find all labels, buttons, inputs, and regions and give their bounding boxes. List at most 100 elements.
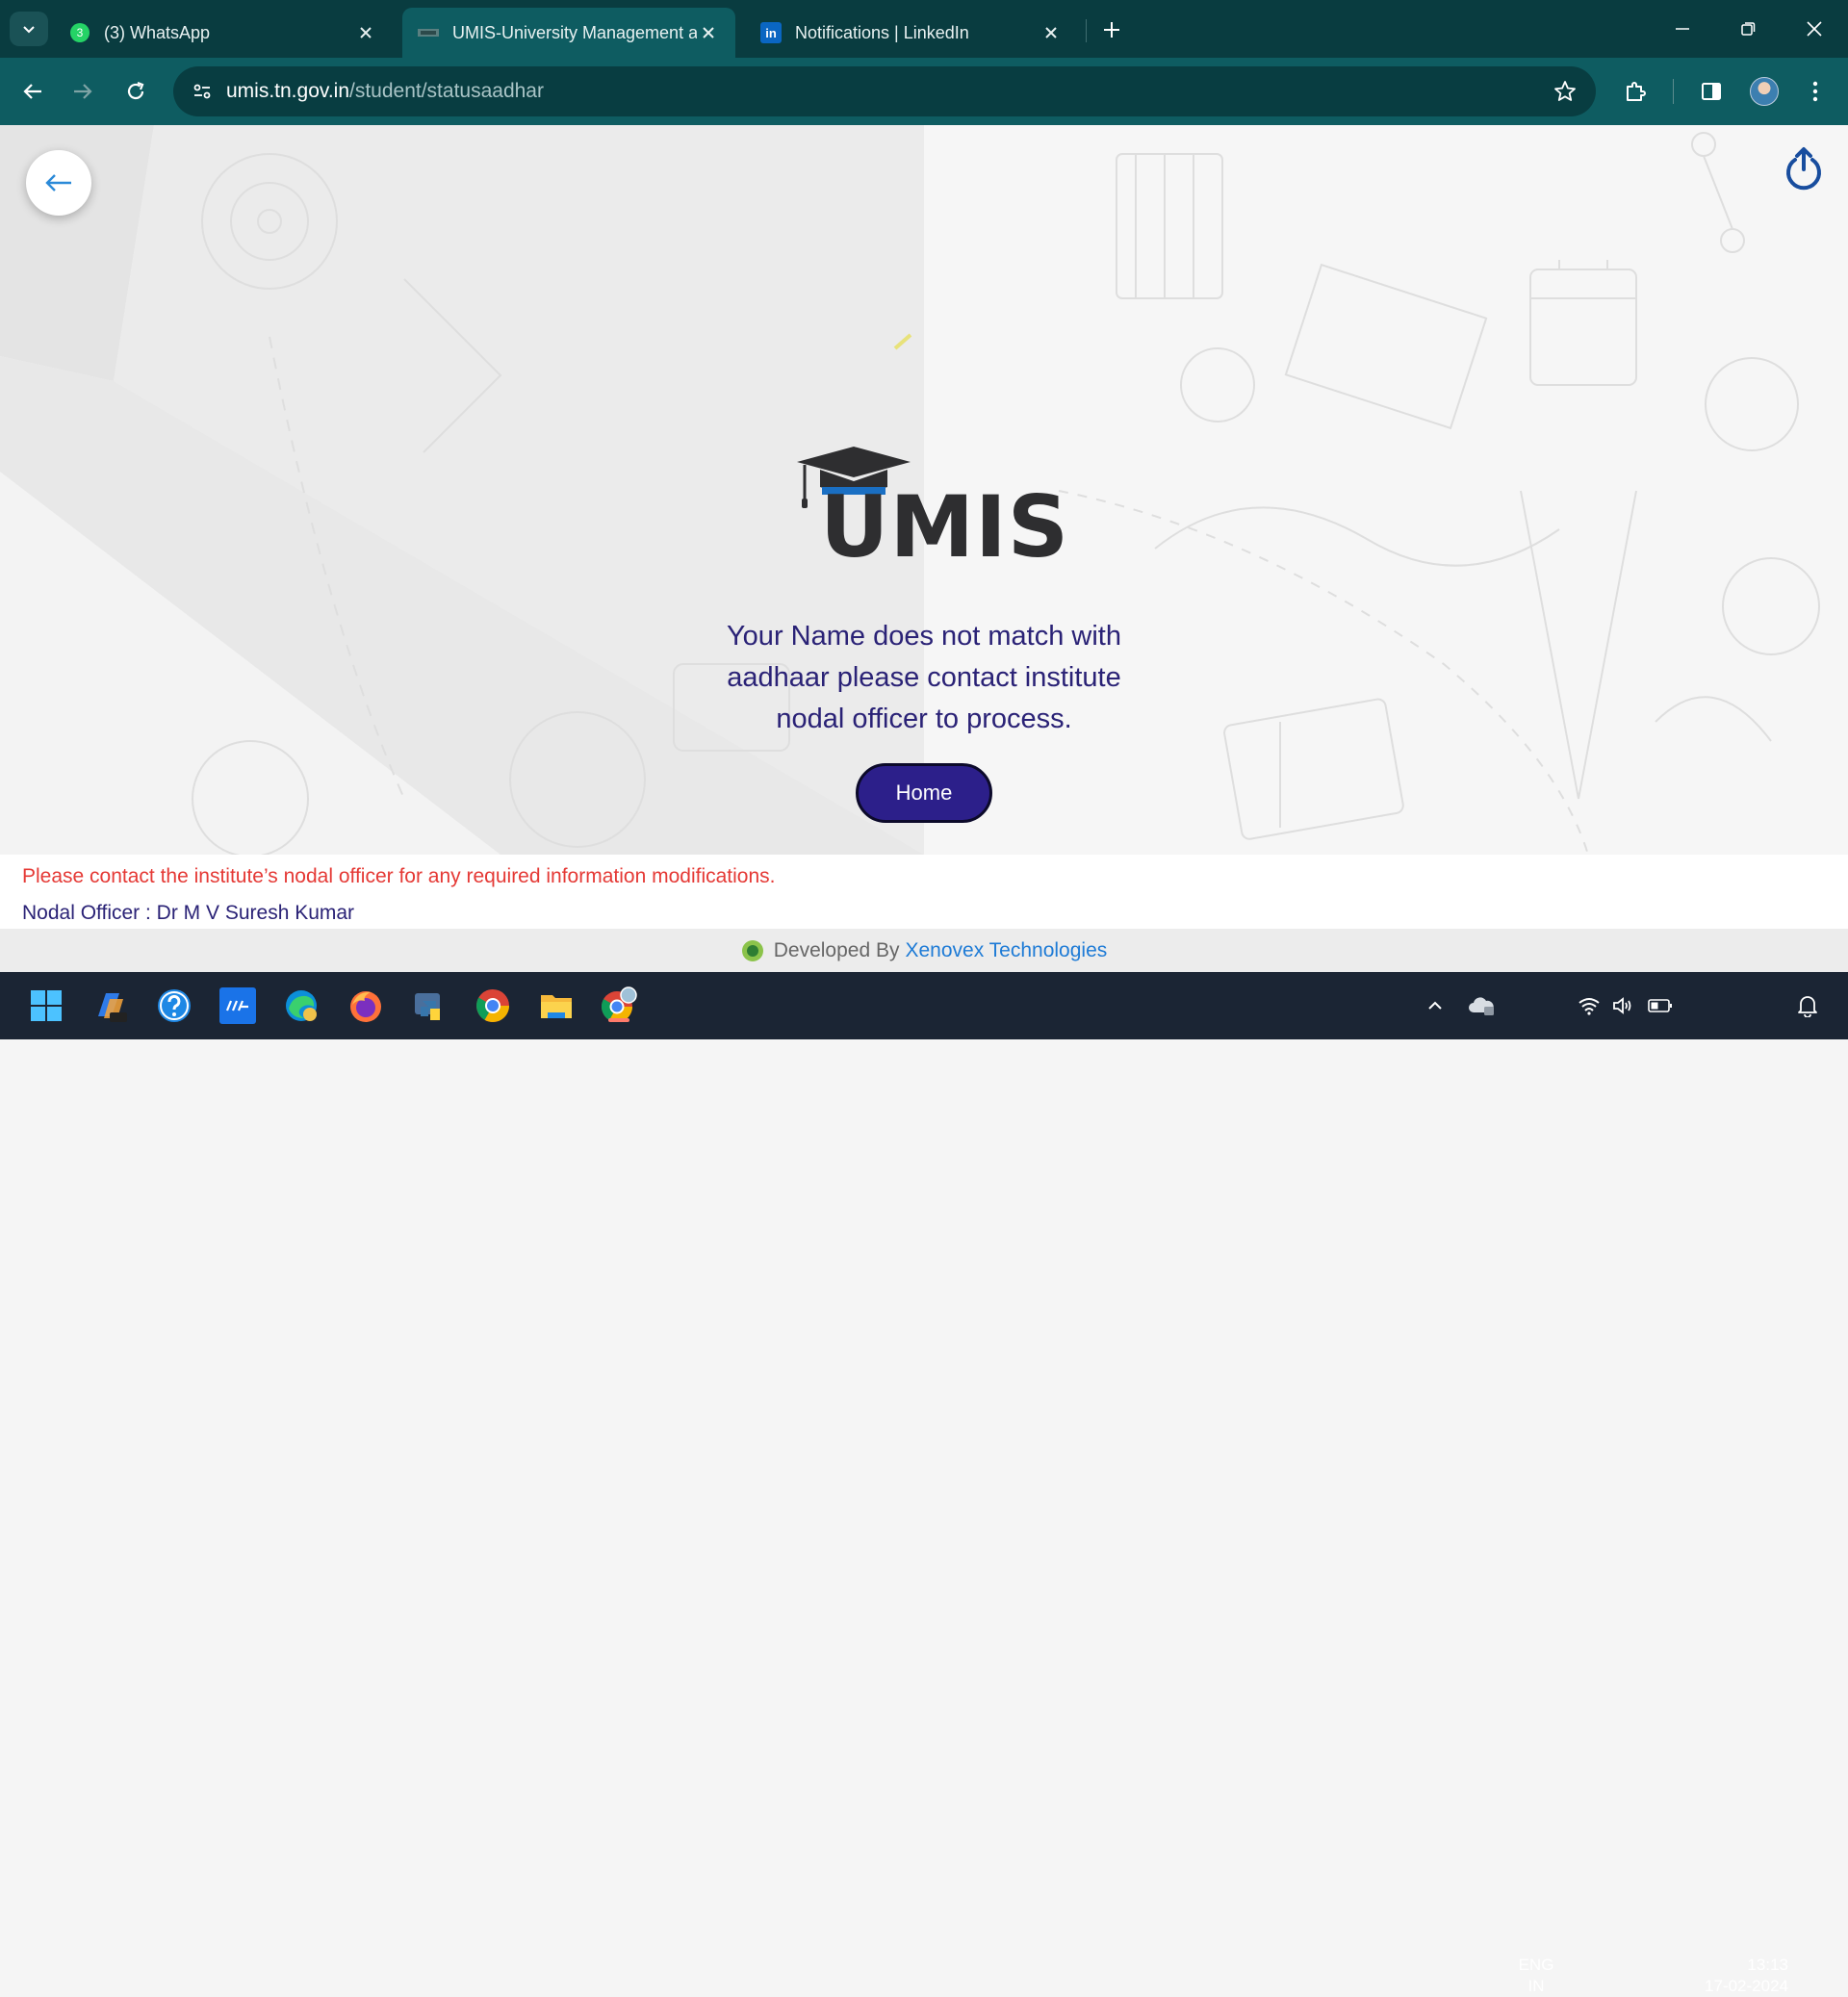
close-window-button[interactable] xyxy=(1785,10,1843,48)
show-hidden-icons[interactable] xyxy=(1413,984,1457,1028)
profile-avatar[interactable] xyxy=(1750,77,1779,106)
language-indicator[interactable]: ENG IN xyxy=(1513,1955,1559,1997)
battery-icon xyxy=(1648,999,1672,1012)
bookmark-star-button[interactable] xyxy=(1552,78,1578,105)
tab-search-button[interactable] xyxy=(10,12,48,46)
footer: Developed By Xenovex Technologies xyxy=(0,929,1848,972)
svg-text:in: in xyxy=(765,26,777,40)
python-app[interactable] xyxy=(407,984,451,1028)
message-line: aadhaar please contact institute xyxy=(727,662,1121,693)
cloud-icon xyxy=(1469,997,1494,1015)
reload-button[interactable] xyxy=(116,72,155,111)
page-content: UMIS Your Name does not match with aadha… xyxy=(0,125,1848,972)
side-panel-icon xyxy=(1702,83,1721,100)
extensions-icon xyxy=(1627,82,1646,101)
copilot-icon xyxy=(98,993,127,1022)
logo-text: UMIS xyxy=(820,477,1070,576)
clock[interactable]: 13:13 17-02-2024 xyxy=(1688,1955,1788,1997)
chrome-app[interactable] xyxy=(471,984,515,1028)
active-app-indicator xyxy=(608,1018,629,1022)
tab-title: (3) WhatsApp xyxy=(104,22,211,42)
back-button[interactable] xyxy=(26,150,91,216)
contact-notice: Please contact the institute’s nodal off… xyxy=(22,865,776,887)
logout-button[interactable] xyxy=(1781,146,1827,192)
start-button[interactable] xyxy=(24,984,68,1028)
developer-link[interactable]: Xenovex Technologies xyxy=(905,939,1107,962)
back-arrow-icon xyxy=(45,174,71,192)
myhp-icon xyxy=(219,987,256,1024)
tab-linkedin[interactable]: in Notifications | LinkedIn xyxy=(745,8,1078,58)
tab-umis[interactable]: UMIS-University Management a xyxy=(402,8,735,58)
chrome-menu-button[interactable] xyxy=(1796,72,1835,111)
python-icon xyxy=(415,993,440,1020)
address-bar[interactable]: umis.tn.gov.in/student/statusaadhar xyxy=(173,66,1596,116)
umis-favicon xyxy=(418,22,439,43)
restore-icon xyxy=(1741,22,1756,36)
notifications-button[interactable] xyxy=(1785,984,1830,1028)
tn-logo-icon xyxy=(741,939,763,961)
site-info-icon[interactable] xyxy=(187,76,218,107)
edge-app[interactable] xyxy=(279,984,323,1028)
file-explorer-app[interactable] xyxy=(534,984,578,1028)
windows-taskbar: ENG IN 13:13 17-02-2024 xyxy=(0,972,1848,1995)
chevron-up-icon xyxy=(1428,1001,1442,1010)
lang-bottom: IN xyxy=(1527,1977,1545,1995)
firefox-app[interactable] xyxy=(344,984,388,1028)
back-button[interactable] xyxy=(13,72,52,111)
firefox-icon xyxy=(350,991,381,1022)
message-line: nodal officer to process. xyxy=(776,704,1072,734)
power-icon xyxy=(1786,147,1821,191)
myhp-app[interactable] xyxy=(216,984,260,1028)
chevron-down-icon xyxy=(23,26,35,34)
url-host: umis.tn.gov.in xyxy=(226,80,349,102)
url-path: /student/statusaadhar xyxy=(349,80,544,102)
close-icon[interactable] xyxy=(1040,21,1063,44)
message-line: Your Name does not match with xyxy=(727,621,1121,652)
close-icon xyxy=(1807,21,1822,37)
tab-whatsapp[interactable]: 3 (3) WhatsApp xyxy=(54,8,393,58)
onedrive-tray[interactable] xyxy=(1459,984,1503,1028)
new-tab-button[interactable] xyxy=(1097,15,1126,44)
windows-start-icon xyxy=(31,990,62,1021)
footer-prefix: Developed By xyxy=(773,938,900,961)
linkedin-icon: in xyxy=(760,22,782,43)
back-arrow-icon xyxy=(23,84,41,99)
wifi-icon xyxy=(1578,998,1600,1015)
svg-text:3: 3 xyxy=(77,26,84,39)
close-icon[interactable] xyxy=(697,21,720,44)
home-button[interactable]: Home xyxy=(856,763,992,823)
battery-tray[interactable] xyxy=(1638,984,1682,1028)
browser-toolbar: umis.tn.gov.in/student/statusaadhar xyxy=(0,58,1848,125)
volume-icon xyxy=(1613,997,1631,1014)
tab-title: Notifications | LinkedIn xyxy=(795,22,969,42)
restore-button[interactable] xyxy=(1719,10,1777,48)
bell-icon xyxy=(1798,996,1817,1017)
menu-icon xyxy=(1812,81,1818,102)
edge-icon xyxy=(286,990,317,1021)
tab-separator xyxy=(1086,19,1087,42)
help-icon xyxy=(158,989,191,1022)
side-panel-button[interactable] xyxy=(1692,72,1731,111)
lang-top: ENG xyxy=(1518,1956,1554,1974)
star-icon xyxy=(1554,81,1576,101)
close-icon[interactable] xyxy=(354,21,377,44)
get-help-app[interactable] xyxy=(152,984,196,1028)
umis-logo: UMIS xyxy=(791,445,1068,579)
tab-title: UMIS-University Management a xyxy=(452,22,697,42)
plus-icon xyxy=(1104,22,1119,38)
tab-bar: 3 (3) WhatsApp UMIS-University Managemen… xyxy=(0,0,1848,58)
clock-date: 17-02-2024 xyxy=(1705,1977,1788,1995)
toolbar-divider xyxy=(1673,79,1674,104)
minimize-button[interactable] xyxy=(1654,10,1711,48)
forward-arrow-icon xyxy=(74,84,92,99)
clock-time: 13:13 xyxy=(1747,1956,1788,1974)
minimize-icon xyxy=(1676,28,1689,30)
url-text: umis.tn.gov.in/student/statusaadhar xyxy=(226,80,544,103)
reload-icon xyxy=(127,81,144,100)
nodal-officer: Nodal Officer : Dr M V Suresh Kumar xyxy=(22,902,355,924)
forward-button[interactable] xyxy=(64,72,102,111)
extensions-button[interactable] xyxy=(1616,72,1655,111)
file-explorer-icon xyxy=(541,995,572,1018)
copilot-app[interactable] xyxy=(89,984,133,1028)
whatsapp-icon: 3 xyxy=(69,22,90,43)
